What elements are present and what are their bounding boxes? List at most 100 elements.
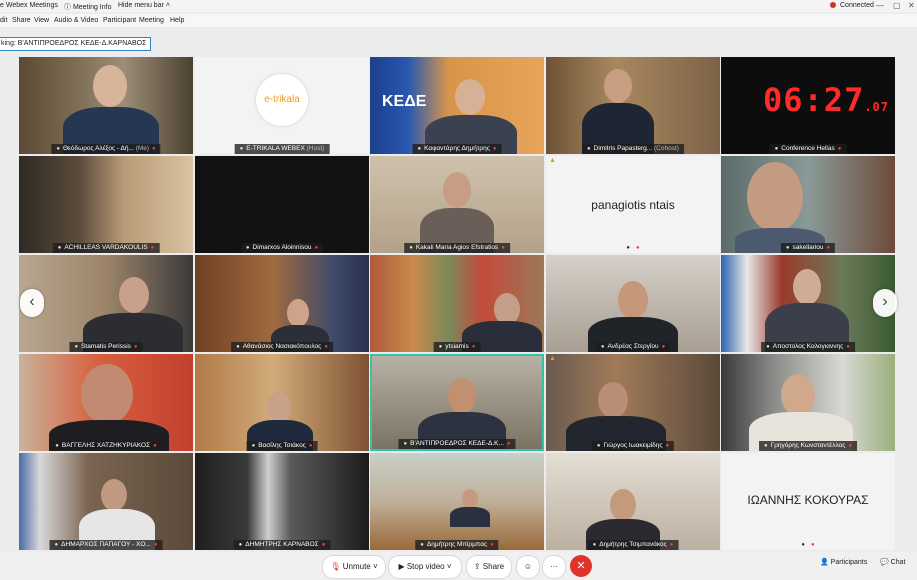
- video-tile[interactable]: 06:27.07 ● Conference Hellas ●: [721, 57, 895, 154]
- participant-body: [450, 507, 490, 527]
- video-background: [19, 156, 193, 253]
- next-page-button[interactable]: ›: [873, 289, 897, 317]
- participant-name: ACHILLEAS VARDAKOULIS: [64, 244, 148, 251]
- video-tile[interactable]: ● ΔΗΜΗΤΡΗΣ ΚΑΡΝΑΒΟΣ ●: [195, 453, 369, 550]
- participants-button[interactable]: 👤 Participants: [820, 558, 867, 566]
- video-tile[interactable]: ● Αθανάσιος Νασιακόπουλος ●: [195, 255, 369, 352]
- participant-name: Βασίλης Τσιάκος: [258, 442, 306, 449]
- video-tile[interactable]: ● Kakali Maria Agios Efstratios ●: [370, 156, 544, 253]
- maximize-icon[interactable]: ▢: [893, 1, 901, 10]
- video-tile[interactable]: ● Ανδρέας Στεργίου ●: [546, 255, 720, 352]
- participant-name-tag: ● ΒΑΓΓΕΛΗΣ ΧΑΤΖΗΚΥΡΙΑΚΟΣ ●: [50, 441, 162, 451]
- video-tile-active-speaker[interactable]: ● Β'ΑΝΤΙΠΡΟΕΔΡΟΣ ΚΕΔΕ-Δ.Κ... ●: [370, 354, 544, 451]
- participant-name: ytsiamis: [445, 343, 469, 350]
- mic-icon: ●: [55, 443, 59, 449]
- share-button[interactable]: ⇪ Share: [466, 555, 512, 579]
- clock-main: 06:27: [763, 81, 865, 119]
- mic-icon: ●: [245, 245, 250, 251]
- video-tile[interactable]: ΚΕΔΕ ● Καφαντάρης Δημήτρης ●: [370, 57, 544, 154]
- video-tile[interactable]: ▲ ● Γιώργος Ιωακειμίδης ●: [546, 354, 720, 451]
- participant-name-tag: ● Βασίλης Τσιάκος ●: [246, 441, 318, 451]
- minimize-icon[interactable]: —: [876, 1, 884, 10]
- close-window-icon[interactable]: ✕: [908, 1, 915, 10]
- mic-muted-icon: ●: [492, 146, 497, 152]
- mic-icon: ●: [587, 146, 591, 152]
- mic-muted-icon: ●: [506, 441, 511, 447]
- mic-muted-icon: ●: [826, 245, 831, 251]
- close-icon: ✕: [576, 560, 586, 572]
- mic-muted-icon: ●: [324, 344, 328, 350]
- video-tile[interactable]: ● ACHILLEAS VARDAKOULIS ●: [19, 156, 193, 253]
- menu-share[interactable]: Share: [12, 17, 31, 24]
- video-tile[interactable]: ● ΔΗΜΑΡΧΟΣ ΠΑΠΑΓΟΥ - ΧΟ... ●: [19, 453, 193, 550]
- video-tile[interactable]: ● sakellariou ●: [721, 156, 895, 253]
- participant-name-tag: ● ●: [621, 243, 644, 253]
- participant-head: [119, 277, 149, 313]
- reactions-button[interactable]: ☺: [516, 555, 540, 579]
- video-tile[interactable]: ● Γρηγόρης Κωνσταντέλλος ●: [721, 354, 895, 451]
- menu-help[interactable]: Help: [170, 17, 184, 24]
- more-options-button[interactable]: ···: [542, 555, 566, 579]
- menu-participant[interactable]: Participant: [103, 17, 136, 24]
- video-tile[interactable]: ● Dimitris Papasterg... (Cohost): [546, 57, 720, 154]
- mic-muted-icon: ●: [153, 542, 158, 548]
- participant-name-tag: ● ACHILLEAS VARDAKOULIS ●: [52, 243, 160, 253]
- video-tile[interactable]: e-trikala ● E-TRIKALA WEBEX (Host): [195, 57, 369, 154]
- hide-menu-bar-button[interactable]: Hide menu bar ˄: [118, 2, 170, 9]
- participant-head: [462, 489, 478, 509]
- meeting-info-button[interactable]: ⓘ Meeting Info: [64, 2, 111, 12]
- participant-name-tag: ● ●: [796, 540, 819, 550]
- mic-icon: ●: [626, 245, 630, 251]
- video-tile[interactable]: ● Θεόδωρος Αλέξος - Δή... (Me) ●: [19, 57, 193, 154]
- video-tile[interactable]: ● ΒΑΓΓΕΛΗΣ ΧΑΤΖΗΚΥΡΙΑΚΟΣ ●: [19, 354, 193, 451]
- mic-icon: ●: [56, 146, 60, 152]
- warning-icon: ▲: [549, 355, 556, 362]
- participant-name-tag: ● E-TRIKALA WEBEX (Host): [234, 144, 330, 154]
- participant-name-tag: ● Αποστολος Καλογιαννης ●: [761, 342, 855, 352]
- leave-meeting-button[interactable]: ✕: [570, 555, 592, 577]
- video-tile[interactable]: panagiotis ntais ▲ ● ●: [546, 156, 720, 253]
- menu-meeting[interactable]: Meeting: [139, 17, 164, 24]
- mic-icon: ●: [74, 344, 79, 350]
- mic-muted-icon: ●: [153, 443, 157, 449]
- participant-name-tag: ● ΔΗΜΑΡΧΟΣ ΠΑΠΑΓΟΥ - ΧΟ... ●: [49, 540, 163, 550]
- participant-name: Kakali Maria Agios Efstratios: [415, 244, 499, 251]
- mic-muted-icon: ●: [314, 245, 319, 251]
- menu-edit[interactable]: dit: [0, 17, 7, 24]
- mic-muted-icon: 🎙: [330, 562, 341, 571]
- video-tile[interactable]: ● Βασίλης Τσιάκος ●: [195, 354, 369, 451]
- participant-name-tag: ● Δημήτρης Μπίρμπας ●: [415, 540, 499, 550]
- participant-name-tag: ● Β'ΑΝΤΙΠΡΟΕΔΡΟΣ ΚΕΔΕ-Δ.Κ... ●: [398, 439, 516, 449]
- participant-name: Καφαντάρης Δημήτρης: [424, 145, 490, 152]
- menu-view[interactable]: View: [34, 17, 49, 24]
- video-tile[interactable]: ● Stamatis Perissis ●: [19, 255, 193, 352]
- share-icon: ⇪: [473, 562, 481, 571]
- menu-audio-video[interactable]: Audio & Video: [54, 17, 98, 24]
- mic-icon: ●: [801, 542, 805, 548]
- participant-name-tag: ● Conference Hellas ●: [769, 144, 847, 154]
- mic-icon: ●: [774, 146, 779, 152]
- unmute-button[interactable]: 🎙 Unmute ˅: [322, 555, 386, 579]
- stop-video-button[interactable]: ▶ Stop video ˅: [388, 555, 462, 579]
- participant-name-tag: ● Γιώργος Ιωακειμίδης ●: [591, 441, 675, 451]
- video-tile[interactable]: ● Αποστολος Καλογιαννης ●: [721, 255, 895, 352]
- participant-name-tag: ● Αθανάσιος Νασιακόπουλος ●: [231, 342, 333, 352]
- previous-page-button[interactable]: ‹: [20, 289, 44, 317]
- video-tile[interactable]: ΙΩΑΝΝΗΣ ΚΟΚΟΥΡΑΣ ● ●: [721, 453, 895, 550]
- mic-muted-icon: ●: [308, 443, 313, 449]
- video-tile[interactable]: ● Dimarxos Aloinnisou ●: [195, 156, 369, 253]
- participant-head: [604, 69, 632, 103]
- chat-button[interactable]: 💬 Chat: [880, 558, 905, 566]
- participant-name-tag: ● Θεόδωρος Αλέξος - Δή... (Me) ●: [51, 144, 161, 154]
- participant-head: [793, 269, 821, 305]
- participant-head: [747, 162, 803, 232]
- participant-role: (Cohost): [654, 145, 679, 152]
- participant-name-tag: ● ytsiamis ●: [433, 342, 481, 352]
- status-dot-icon: [830, 2, 836, 8]
- connection-status[interactable]: Connected: [830, 2, 874, 9]
- video-tile[interactable]: ● Δημήτρης Μπίρμπας ●: [370, 453, 544, 550]
- mic-icon: ●: [251, 443, 256, 449]
- mic-muted-icon: ●: [501, 245, 505, 251]
- video-tile[interactable]: ● Δημήτρης Τσιμπανάκος ●: [546, 453, 720, 550]
- video-tile[interactable]: ● ytsiamis ●: [370, 255, 544, 352]
